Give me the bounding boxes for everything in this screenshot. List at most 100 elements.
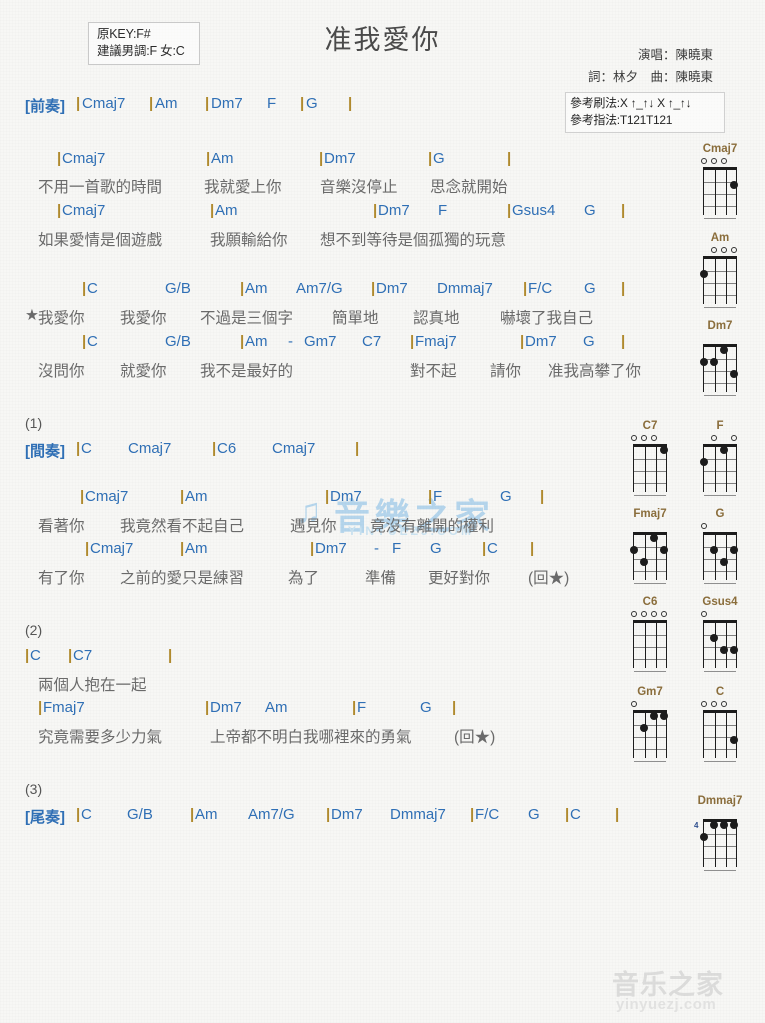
chord-token: Dm7: [210, 699, 242, 716]
chord-token: G: [584, 202, 596, 219]
finger-dot-icon: [700, 358, 708, 366]
chord-line: | Cmaj7 | Am | Dm7 F | Gsus4 G |: [0, 202, 625, 226]
finger-dot-icon: [730, 821, 738, 829]
lyric-token: 我就愛上你: [204, 179, 282, 196]
open-string-row: [620, 522, 680, 531]
chord-token: -: [374, 540, 379, 557]
chord-token: Dm7: [211, 95, 243, 112]
bar-separator: |: [76, 95, 81, 112]
chord-line: | C | C7 |: [0, 647, 620, 671]
chord-token: Cmaj7: [62, 150, 106, 167]
bar-separator: |: [85, 540, 90, 557]
lyric-line: 如果愛情是個遊戲 我願輸給你 想不到等待是個孤獨的玩意: [0, 228, 620, 252]
fret-line: [704, 495, 736, 497]
string-line: [726, 623, 728, 668]
open-string-circle-icon: [711, 247, 717, 253]
bar-separator: |: [355, 440, 360, 457]
open-string-circle-icon: [711, 701, 717, 707]
fret-line: [704, 725, 736, 727]
finger-dot-icon: [720, 821, 728, 829]
fret-line: [634, 495, 666, 497]
finger-dot-icon: [710, 358, 718, 366]
open-string-circle-icon: [631, 611, 637, 617]
fret-line: [704, 471, 736, 473]
chord-token: F: [392, 540, 402, 557]
lyric-token: 我竟然看不起自己: [120, 518, 245, 535]
fret-line: [634, 725, 666, 727]
string-line: [656, 447, 658, 492]
lyric-token: 請你: [490, 363, 522, 380]
fret-line: [704, 858, 736, 860]
chord-diagram-c6: C6: [620, 596, 680, 673]
fretboard-grid: [703, 710, 737, 763]
finger-dot-icon: [630, 546, 638, 554]
fret-line: [704, 307, 736, 309]
chord-token: C6: [217, 440, 237, 457]
chord-grid: [690, 610, 750, 673]
chord-line: | Cmaj7 | Am | Dm7 | F G |: [0, 488, 620, 512]
fret-line: [634, 761, 666, 763]
fret-line: [704, 846, 736, 848]
finger-dot-icon: [730, 546, 738, 554]
bar-separator: |: [319, 150, 324, 167]
string-line: [715, 713, 717, 758]
fret-line: [704, 834, 736, 836]
lyric-line: 兩個人抱在一起: [0, 673, 620, 697]
chord-grid: [690, 157, 750, 220]
section-tag: [前奏]: [25, 98, 65, 115]
fret-line: [634, 583, 666, 585]
bar-separator: |: [348, 95, 353, 112]
fret-line: [634, 659, 666, 661]
bar-separator: |: [180, 488, 185, 505]
section-tag: [尾奏]: [25, 809, 65, 826]
chord-diagram-am: Am: [690, 232, 750, 309]
finger-dot-icon: [730, 370, 738, 378]
chord-token: F/C: [475, 806, 500, 823]
chord-diagram-name: Dmmaj7: [697, 795, 743, 807]
fret-line: [704, 395, 736, 397]
open-string-circle-icon: [641, 611, 647, 617]
finger-dot-icon: [660, 446, 668, 454]
open-string-row: [620, 700, 680, 709]
chord-grid: [690, 522, 750, 585]
chord-diagram-name: C7: [642, 420, 658, 432]
chord-diagram-name: Gm7: [637, 686, 663, 698]
section-number: (2): [25, 622, 43, 638]
open-string-circle-icon: [641, 435, 647, 441]
chord-token: Am: [245, 333, 268, 350]
lyric-token: 不過是三個字: [200, 310, 294, 327]
lyric-token: 究竟需要多少力氣: [38, 729, 163, 746]
chord-token: Am: [245, 280, 268, 297]
finger-dot-icon: [730, 736, 738, 744]
open-string-circle-icon: [721, 158, 727, 164]
lyric-line: 不用一首歌的時間 我就愛上你 音樂沒停止 思念就開始: [0, 175, 620, 199]
chord-token: Dm7: [331, 806, 363, 823]
open-string-row: [620, 434, 680, 443]
lyric-token: 我願輸給你: [210, 232, 288, 249]
fret-line: [634, 749, 666, 751]
string-line: [726, 347, 728, 392]
fret-line: [634, 737, 666, 739]
open-string-circle-icon: [701, 158, 707, 164]
open-string-circle-icon: [701, 523, 707, 529]
open-string-row: [690, 334, 750, 343]
bar-separator: |: [540, 488, 545, 505]
string-line: [656, 623, 658, 668]
chord-token: Am: [155, 95, 178, 112]
fret-line: [704, 383, 736, 385]
chord-token: Dm7: [378, 202, 410, 219]
bar-separator: |: [470, 806, 475, 823]
string-line: [645, 447, 647, 492]
fret-line: [704, 271, 736, 273]
open-string-circle-icon: [661, 611, 667, 617]
fret-line: [704, 283, 736, 285]
finger-dot-icon: [730, 646, 738, 654]
string-line: [726, 713, 728, 758]
lyric-token: 上帝都不明白我哪裡來的勇氣: [210, 729, 412, 746]
bar-separator: |: [507, 202, 512, 219]
open-string-circle-icon: [701, 611, 707, 617]
bar-separator: |: [149, 95, 154, 112]
lyric-token: 之前的愛只是練習: [120, 570, 245, 587]
chord-token: G/B: [165, 280, 191, 297]
bar-separator: |: [205, 699, 210, 716]
